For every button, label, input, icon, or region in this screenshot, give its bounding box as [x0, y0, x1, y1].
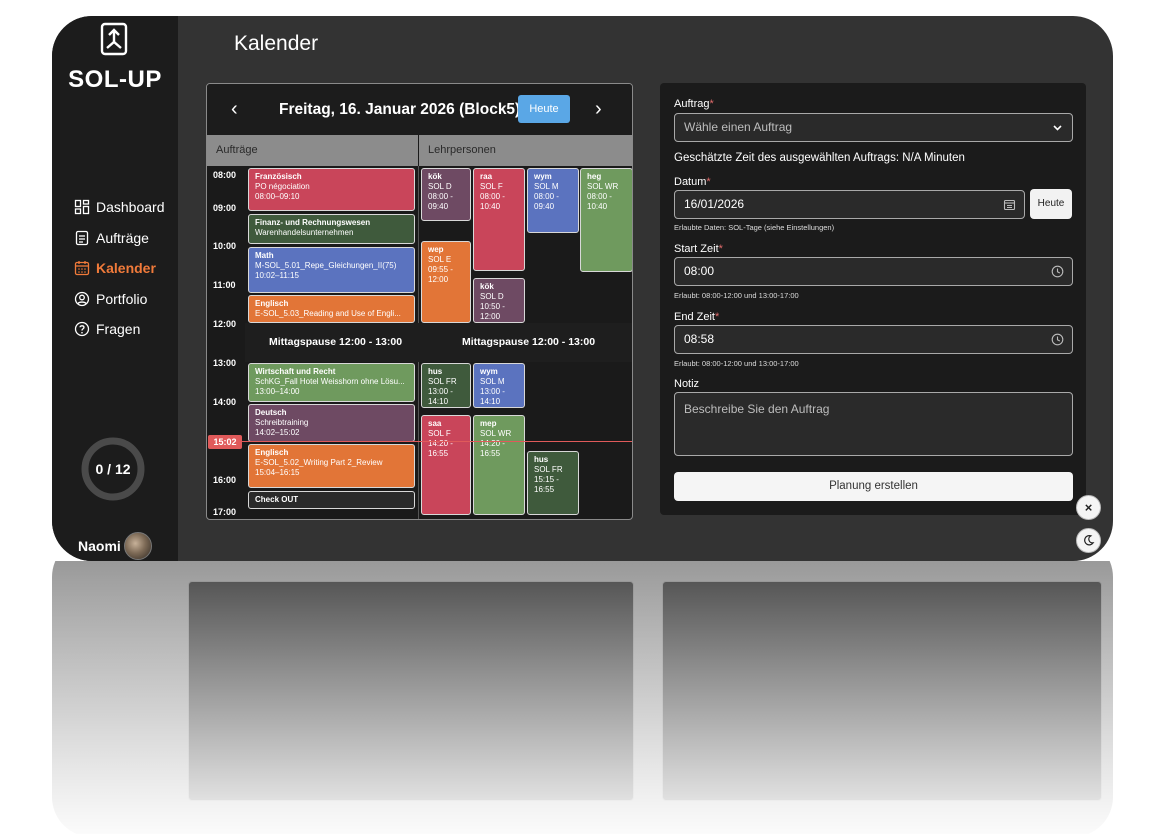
- clipboard-icon: [75, 230, 89, 245]
- user-circle-icon: [74, 291, 90, 306]
- clock-icon: [1051, 333, 1064, 346]
- theme-toggle-button[interactable]: [1076, 528, 1101, 553]
- start-hint: Erlaubt: 08:00-12:00 und 13:00-17:00: [674, 291, 799, 300]
- calendar-icon: [74, 261, 90, 276]
- current-time-badge: 15:02: [208, 435, 242, 449]
- calendar-date-title: Freitag, 16. Januar 2026 (Block5): [279, 101, 521, 118]
- time-label: 13:00: [213, 358, 237, 368]
- event-auftrag[interactable]: Finanz- und Rechnungswesen Warenhandelsu…: [248, 214, 415, 244]
- event-auftrag[interactable]: Deutsch Schreibtraining 14:02–15:02: [248, 404, 415, 442]
- sidebar-item-kalender[interactable]: Kalender: [74, 253, 165, 284]
- sidebar-item-auftraege[interactable]: Aufträge: [74, 223, 165, 254]
- event-lehrperson[interactable]: hus SOL FR 13:00 - 14:10: [421, 363, 471, 408]
- moon-icon: [1084, 535, 1095, 546]
- time-label: 08:00: [213, 170, 237, 180]
- event-lehrperson[interactable]: raa SOL F 08:00 - 10:40: [473, 168, 525, 271]
- sidebar-item-dashboard[interactable]: Dashboard: [74, 192, 165, 223]
- lunch-label-lehrpersonen: Mittagspause 12:00 - 13:00: [462, 336, 596, 348]
- datum-hint: Erlaubte Daten: SOL-Tage (siehe Einstell…: [674, 223, 835, 232]
- datum-label: Datum*: [674, 176, 711, 188]
- event-lehrperson[interactable]: kök SOL D 08:00 - 09:40: [421, 168, 471, 221]
- app-window: SOL-UP Dashboard Aufträge Kalender Portf…: [52, 16, 1113, 561]
- sidebar-item-label: Portfolio: [96, 290, 148, 307]
- column-header-lehrpersonen: Lehrpersonen: [419, 135, 632, 166]
- sidebar: SOL-UP Dashboard Aufträge Kalender Portf…: [52, 16, 178, 561]
- sidebar-item-portfolio[interactable]: Portfolio: [74, 284, 165, 315]
- reflection: [0, 561, 1163, 834]
- start-time-input[interactable]: 08:00: [674, 257, 1073, 286]
- close-icon: ×: [1084, 500, 1093, 515]
- progress-text: 0 / 12: [95, 461, 131, 477]
- sidebar-item-label: Aufträge: [96, 229, 149, 246]
- next-day-button[interactable]: ›: [595, 98, 602, 121]
- time-label: 16:00: [213, 475, 237, 485]
- event-lehrperson[interactable]: hus SOL FR 15:15 - 16:55: [527, 451, 579, 515]
- datum-today-button[interactable]: Heute: [1030, 189, 1072, 219]
- time-label: 14:00: [213, 397, 237, 407]
- page-title: Kalender: [234, 32, 319, 55]
- event-lehrperson[interactable]: kök SOL D 10:50 - 12:00: [473, 278, 525, 323]
- create-plan-button[interactable]: Planung erstellen: [674, 472, 1073, 501]
- calendar-panel: ‹ Freitag, 16. Januar 2026 (Block5) Heut…: [206, 83, 633, 520]
- event-auftrag[interactable]: Französisch PO négociation 08:00–09:10: [248, 168, 415, 211]
- end-hint: Erlaubt: 08:00-12:00 und 13:00-17:00: [674, 359, 799, 368]
- sidebar-item-label: Kalender: [96, 260, 156, 277]
- today-button[interactable]: Heute: [518, 95, 570, 123]
- dashboard-icon: [74, 200, 90, 215]
- notiz-label: Notiz: [674, 378, 700, 390]
- event-auftrag[interactable]: Wirtschaft und Recht SchKG_Fall Hotel We…: [248, 363, 415, 402]
- chevron-down-icon: [1053, 125, 1062, 131]
- start-label: Start Zeit*: [674, 243, 723, 255]
- calendar-nav: ‹ Freitag, 16. Januar 2026 (Block5) Heut…: [207, 84, 632, 135]
- event-auftrag[interactable]: Englisch E-SOL_5.03_Reading and Use of E…: [248, 295, 415, 323]
- event-auftrag[interactable]: Check OUT: [248, 491, 415, 509]
- end-label: End Zeit*: [674, 311, 720, 323]
- event-auftrag[interactable]: Math M-SOL_5.01_Repe_Gleichungen_II(75) …: [248, 247, 415, 293]
- sidebar-item-label: Dashboard: [96, 199, 165, 216]
- user-name: Naomi: [78, 538, 121, 554]
- time-label: 09:00: [213, 203, 237, 213]
- event-lehrperson[interactable]: saa SOL F 14:20 - 16:55: [421, 415, 471, 515]
- estimate-text: Geschätzte Zeit des ausgewählten Auftrag…: [674, 152, 965, 164]
- question-circle-icon: [74, 322, 90, 337]
- event-lehrperson[interactable]: heg SOL WR 08:00 - 10:40: [580, 168, 632, 272]
- logo-text: SOL-UP: [68, 66, 162, 93]
- auftrag-label: Auftrag*: [674, 98, 714, 110]
- lunch-break: Mittagspause 12:00 - 13:00 Mittagspause …: [245, 323, 632, 362]
- planning-form: Auftrag* Wähle einen Auftrag Geschätzte …: [660, 83, 1086, 515]
- reflection-fade: [0, 561, 1163, 834]
- event-lehrperson[interactable]: mep SOL WR 14:20 - 16:55: [473, 415, 525, 515]
- clock-icon: [1051, 265, 1064, 278]
- avatar[interactable]: [124, 532, 152, 560]
- event-lehrperson[interactable]: wym SOL M 13:00 - 14:10: [473, 363, 525, 408]
- time-label: 12:00: [213, 319, 237, 329]
- event-lehrperson[interactable]: wym SOL M 08:00 - 09:40: [527, 168, 579, 233]
- time-label: 11:00: [213, 280, 236, 290]
- lunch-label-auftraege: Mittagspause 12:00 - 13:00: [269, 336, 403, 348]
- time-label: 10:00: [213, 241, 237, 251]
- close-button[interactable]: ×: [1076, 495, 1101, 520]
- logo-icon: [100, 22, 128, 56]
- datum-input[interactable]: 16/01/2026: [674, 190, 1025, 219]
- current-time-line: [241, 441, 632, 442]
- sidebar-item-fragen[interactable]: Fragen: [74, 314, 165, 345]
- sidebar-item-label: Fragen: [96, 321, 141, 338]
- event-lehrperson[interactable]: wep SOL E 09:55 - 12:00: [421, 241, 471, 323]
- event-auftrag[interactable]: Englisch E-SOL_5.02_Writing Part 2_Revie…: [248, 444, 415, 488]
- calendar-icon: [1003, 199, 1016, 211]
- column-header-auftraege: Aufträge: [207, 135, 418, 166]
- notiz-textarea[interactable]: Beschreibe Sie den Auftrag: [674, 392, 1073, 456]
- prev-day-button[interactable]: ‹: [231, 98, 238, 121]
- time-label: 17:00: [213, 507, 237, 517]
- auftrag-select[interactable]: Wähle einen Auftrag: [674, 113, 1073, 142]
- end-time-input[interactable]: 08:58: [674, 325, 1073, 354]
- sidebar-nav: Dashboard Aufträge Kalender Portfolio Fr…: [74, 192, 165, 345]
